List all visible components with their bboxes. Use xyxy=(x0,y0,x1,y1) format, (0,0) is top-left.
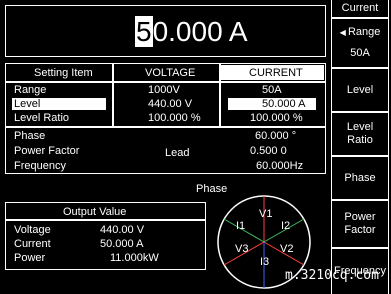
side-range-label: ◀ Range xyxy=(339,26,381,38)
output-power-value: 11.000kW xyxy=(110,252,159,264)
side-menu-phase[interactable]: Phase xyxy=(331,156,389,200)
output-title: Output Value xyxy=(63,206,127,218)
side-menu-level-ratio[interactable]: Level Ratio xyxy=(331,112,389,156)
cursor-digit: 5 xyxy=(135,16,153,47)
phase-value[interactable]: 60.000 ° xyxy=(255,130,296,142)
output-voltage-value: 440.00 V xyxy=(100,224,145,236)
phase-label-i2: I2 xyxy=(281,220,291,232)
phase-label-i1: I1 xyxy=(236,220,246,232)
phase-label-i3: I3 xyxy=(260,256,270,268)
display-value-rest: 0.000 A xyxy=(152,16,248,47)
row-range-voltage[interactable]: 1000V xyxy=(148,84,180,96)
side-menu-power-factor[interactable]: Power Factor xyxy=(331,200,389,248)
header-voltage: VOLTAGE xyxy=(145,67,196,79)
side-menu-level[interactable]: Level xyxy=(331,68,389,112)
row-range-label: Range xyxy=(14,84,47,96)
frequency-value[interactable]: 60.000Hz xyxy=(256,160,303,172)
phase-label: Phase xyxy=(14,130,46,142)
output-power-label: Power xyxy=(14,252,46,264)
row-range-current[interactable]: 50A xyxy=(262,84,282,96)
header-setting-item: Setting Item xyxy=(34,67,93,79)
side-menu-title: Current xyxy=(331,0,389,18)
power-factor-lead: Lead xyxy=(165,147,190,159)
power-factor-label: Power Factor xyxy=(14,145,80,157)
row-level-ratio-voltage[interactable]: 100.000 % xyxy=(148,112,201,124)
output-current-value: 50.000 A xyxy=(100,238,144,250)
side-range-value: 50A xyxy=(350,47,370,59)
phase-label-v1: V1 xyxy=(259,208,273,220)
header-current: CURRENT xyxy=(249,67,303,79)
watermark-text: m.3210cq.com xyxy=(285,268,379,283)
row-level-current: 50.000 A xyxy=(262,98,306,110)
row-level-label: Level xyxy=(14,98,41,110)
row-level-ratio-current[interactable]: 100.000 % xyxy=(250,112,303,124)
row-level-voltage[interactable]: 440.00 V xyxy=(148,98,192,110)
phase-label-v2: V2 xyxy=(280,243,294,255)
output-current-label: Current xyxy=(14,238,51,250)
output-voltage-label: Voltage xyxy=(14,224,51,236)
phase-label-v3: V3 xyxy=(235,243,249,255)
value-display-text: 50.000 A xyxy=(135,16,248,48)
frequency-label: Frequency xyxy=(14,160,66,172)
power-factor-value[interactable]: 0.500 0 xyxy=(250,145,287,157)
row-level-ratio-label: Level Ratio xyxy=(14,112,70,124)
side-menu-range[interactable]: ◀ Range 50A xyxy=(331,18,389,68)
triangle-left-icon: ◀ xyxy=(339,28,348,37)
